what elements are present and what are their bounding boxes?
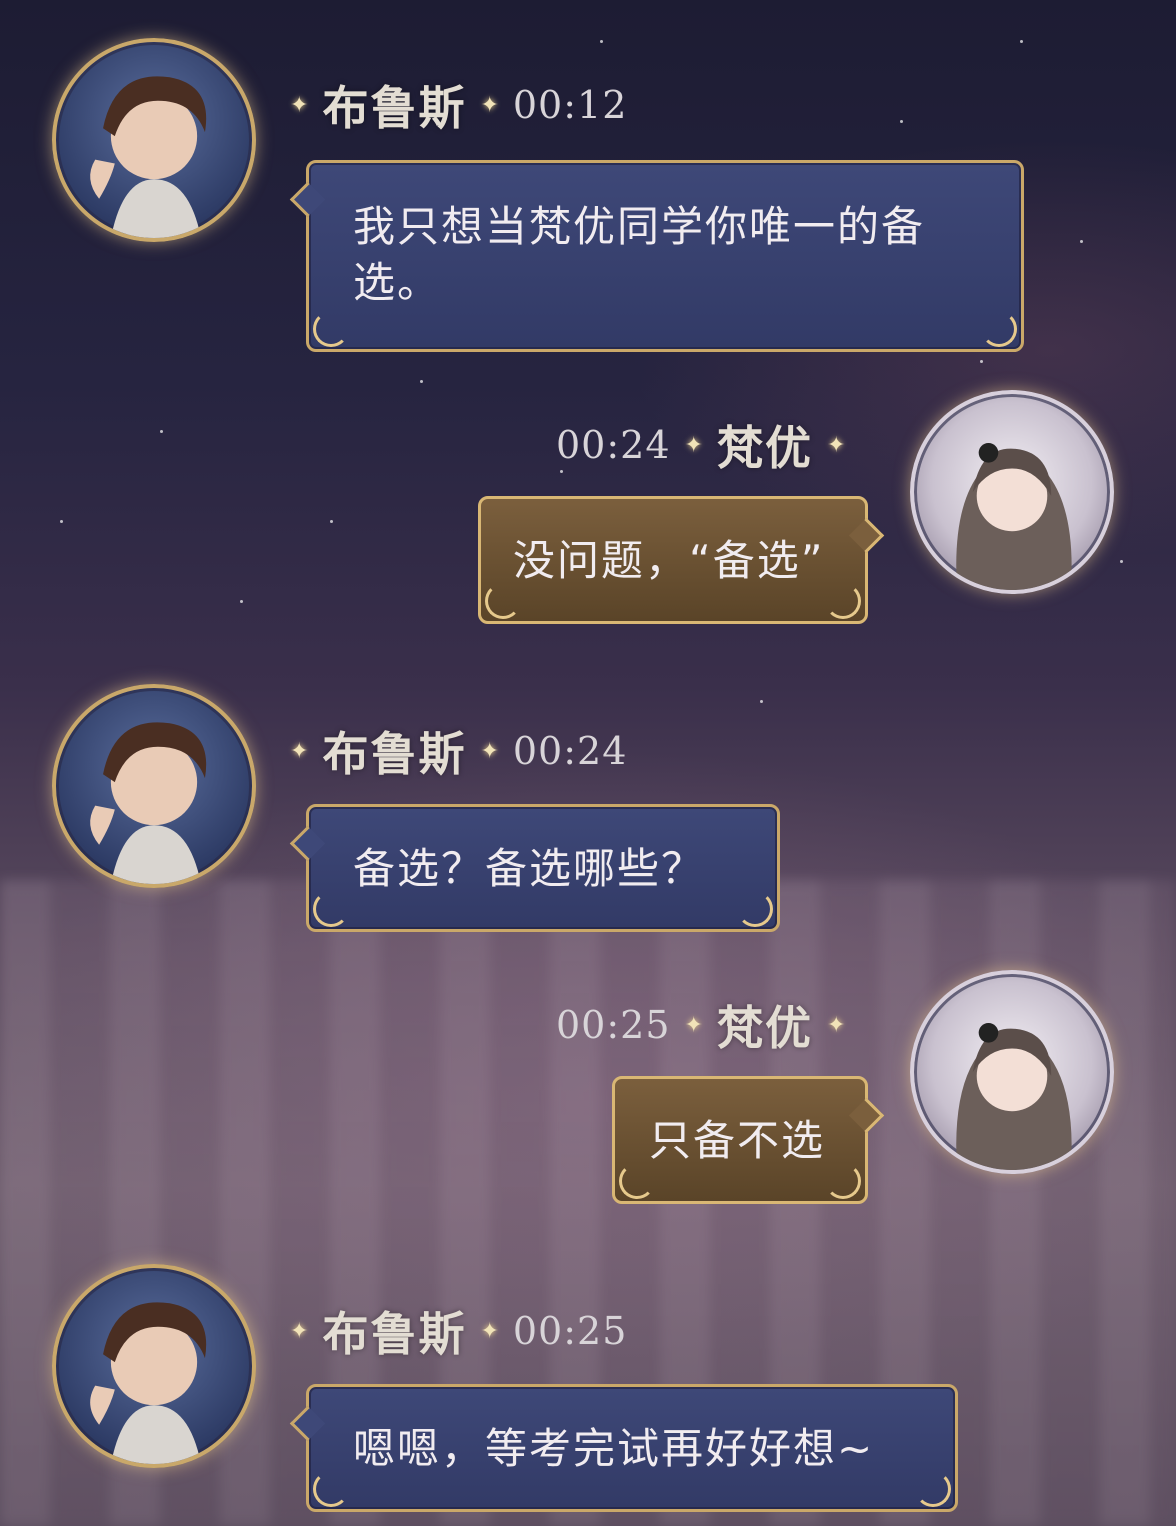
message-time: 00:24 — [556, 423, 671, 467]
sender-name: 梵优 — [716, 1001, 813, 1055]
crescent-moon-icon — [825, 583, 861, 619]
message-text: 只备不选 — [649, 1116, 826, 1165]
sparkle-icon: ✦ — [290, 738, 309, 764]
message-bubble[interactable]: 备选？备选哪些？ — [289, 804, 780, 932]
sparkle-icon: ✦ — [826, 432, 846, 458]
crescent-moon-icon — [485, 583, 521, 619]
sparkle-icon: ✦ — [290, 1318, 309, 1344]
fanyou-avatar-icon[interactable] — [910, 390, 1114, 594]
message-bubble[interactable]: 没问题，“备选” — [478, 496, 885, 624]
crescent-moon-icon — [313, 1471, 349, 1507]
sparkle-icon: ✦ — [684, 432, 703, 458]
sender-name: 布鲁斯 — [322, 727, 467, 781]
message-text: 嗯嗯，等考完试再好好想~ — [353, 1424, 875, 1473]
message-bubble[interactable]: 嗯嗯，等考完试再好好想~ — [289, 1384, 958, 1512]
sparkle-icon: ✦ — [480, 92, 499, 118]
sender-name: 梵优 — [716, 421, 813, 475]
bruce-avatar-icon[interactable] — [52, 1264, 256, 1468]
sparkle-icon: ✦ — [826, 1012, 846, 1038]
sender-name: 布鲁斯 — [322, 81, 467, 135]
crescent-moon-icon — [313, 891, 349, 927]
message-text: 备选？备选哪些？ — [353, 844, 706, 893]
crescent-moon-icon — [915, 1471, 951, 1507]
sparkle-icon: ✦ — [480, 1318, 499, 1344]
message-time: 00:24 — [512, 729, 628, 773]
fanyou-avatar-icon[interactable] — [910, 970, 1114, 1174]
message-time: 00:25 — [556, 1003, 671, 1047]
message-time: 00:12 — [512, 83, 628, 127]
sender-name: 布鲁斯 — [322, 1307, 467, 1361]
crescent-moon-icon — [981, 311, 1017, 347]
sparkle-icon: ✦ — [290, 92, 309, 118]
message-bubble[interactable]: 我只想当梵优同学你唯一的备选。 — [289, 160, 1024, 352]
message-bubble[interactable]: 只备不选 — [612, 1076, 885, 1204]
crescent-moon-icon — [737, 891, 773, 927]
message-time: 00:25 — [512, 1309, 628, 1353]
message-text: 我只想当梵优同学你唯一的备选。 — [353, 202, 926, 307]
bruce-avatar-icon[interactable] — [52, 684, 256, 888]
crescent-moon-icon — [619, 1163, 655, 1199]
message-text: 没问题，“备选” — [513, 536, 825, 585]
sparkle-icon: ✦ — [684, 1012, 703, 1038]
bruce-avatar-icon[interactable] — [52, 38, 256, 242]
crescent-moon-icon — [825, 1163, 861, 1199]
sparkle-icon: ✦ — [480, 738, 499, 764]
crescent-moon-icon — [313, 311, 349, 347]
